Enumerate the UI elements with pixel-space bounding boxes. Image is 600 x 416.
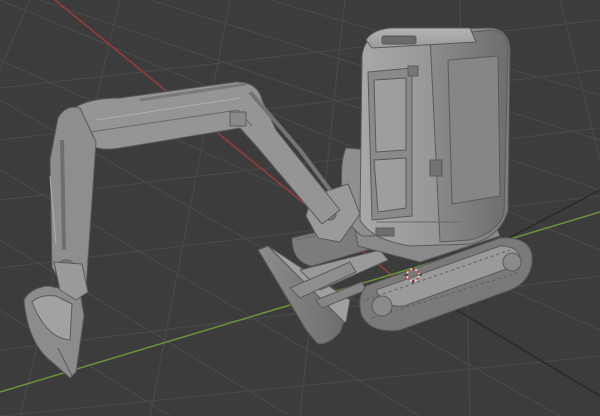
viewport-canvas[interactable] — [0, 0, 600, 416]
operator-cab[interactable] — [359, 27, 511, 247]
3d-viewport[interactable] — [0, 0, 600, 416]
grid-dark-line — [439, 299, 600, 397]
